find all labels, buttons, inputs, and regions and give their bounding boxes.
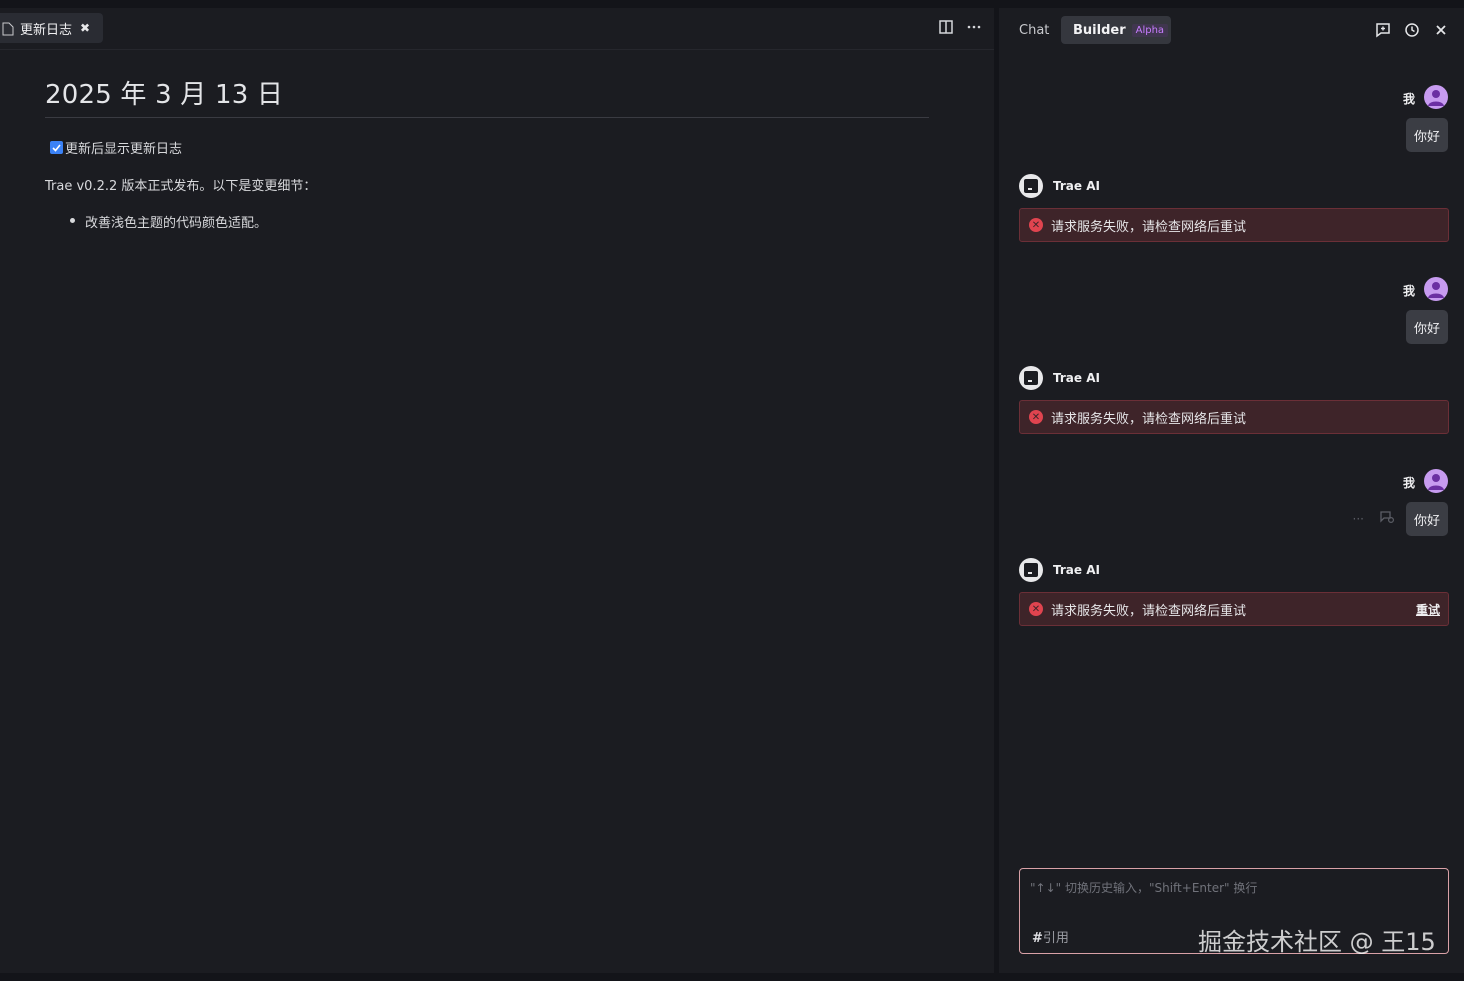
trae-logo-icon	[1019, 366, 1043, 390]
tab-chat[interactable]: Chat	[1019, 23, 1049, 38]
editor-actions	[938, 19, 982, 35]
error-icon: ✕	[1029, 602, 1043, 616]
ai-message: Trae AI ✕ 请求服务失败，请检查网络后重试	[1019, 366, 1449, 436]
file-icon	[2, 21, 14, 36]
user-message: 我 ··· 你好	[1248, 469, 1448, 549]
error-message: ✕ 请求服务失败，请检查网络后重试	[1019, 400, 1449, 434]
show-changelog-checkbox[interactable]	[50, 141, 63, 154]
message-tools: ···	[1353, 511, 1395, 526]
close-icon[interactable]: ✖	[80, 21, 90, 35]
chat-header: Chat Builder Alpha	[999, 8, 1464, 52]
history-icon[interactable]	[1403, 21, 1421, 39]
watermark: 掘金技术社区 @ 王15	[1198, 928, 1436, 956]
user-message: 我 你好	[1248, 85, 1448, 165]
input-placeholder: "↑↓" 切换历史输入，"Shift+Enter" 换行	[1030, 881, 1258, 895]
avatar	[1424, 277, 1448, 301]
editor-panel: 更新日志 ✖ 2025 年 3 月 13 日 更新后显示更新日志 Trae v0…	[0, 8, 994, 973]
split-editor-icon[interactable]	[938, 19, 954, 35]
ai-name: Trae AI	[1053, 371, 1100, 385]
user-bubble: 你好	[1406, 118, 1448, 152]
user-message: 我 你好	[1248, 277, 1448, 357]
error-text: 请求服务失败，请检查网络后重试	[1051, 603, 1247, 619]
show-changelog-option[interactable]: 更新后显示更新日志	[45, 138, 929, 157]
new-chat-icon[interactable]	[1374, 21, 1392, 39]
error-icon: ✕	[1029, 218, 1043, 232]
resend-icon[interactable]	[1380, 511, 1395, 526]
error-text: 请求服务失败，请检查网络后重试	[1051, 411, 1247, 427]
user-bubble: 你好	[1406, 502, 1448, 536]
avatar	[1424, 85, 1448, 109]
change-list: 改善浅色主题的代码颜色适配。	[45, 212, 929, 231]
chat-panel: Chat Builder Alpha 我 你好 Trae AI ✕ 请求服务失败…	[999, 8, 1464, 973]
more-icon[interactable]: ···	[1353, 512, 1364, 526]
error-icon: ✕	[1029, 410, 1043, 424]
hash-icon: #	[1032, 931, 1043, 946]
trae-logo-icon	[1019, 558, 1043, 582]
error-message: ✕ 请求服务失败，请检查网络后重试	[1019, 208, 1449, 242]
avatar	[1424, 469, 1448, 493]
error-text: 请求服务失败，请检查网络后重试	[1051, 219, 1247, 235]
tab-builder-label: Builder	[1073, 22, 1126, 38]
user-name: 我	[1402, 476, 1415, 490]
doc-content: 2025 年 3 月 13 日 更新后显示更新日志 Trae v0.2.2 版本…	[45, 74, 929, 231]
close-icon[interactable]	[1432, 21, 1450, 39]
retry-button[interactable]: 重试	[1416, 601, 1440, 618]
user-name: 我	[1402, 92, 1415, 106]
page-title: 2025 年 3 月 13 日	[45, 74, 929, 118]
alpha-badge: Alpha	[1131, 23, 1169, 37]
ai-message: Trae AI ✕ 请求服务失败，请检查网络后重试 重试	[1019, 558, 1449, 628]
ai-name: Trae AI	[1053, 563, 1100, 577]
tab-builder[interactable]: Builder Alpha	[1061, 16, 1171, 44]
editor-tabbar: 更新日志 ✖	[0, 8, 994, 50]
tab-changelog[interactable]: 更新日志 ✖	[0, 13, 103, 43]
cite-button[interactable]: #引用	[1032, 927, 1069, 946]
user-name: 我	[1402, 284, 1415, 298]
checkbox-label: 更新后显示更新日志	[65, 142, 183, 157]
more-actions-icon[interactable]	[966, 19, 982, 35]
trae-logo-icon	[1019, 174, 1043, 198]
ai-name: Trae AI	[1053, 179, 1100, 193]
list-item: 改善浅色主题的代码颜色适配。	[45, 212, 929, 231]
ai-message: Trae AI ✕ 请求服务失败，请检查网络后重试	[1019, 174, 1449, 244]
error-message: ✕ 请求服务失败，请检查网络后重试 重试	[1019, 592, 1449, 626]
cite-label: 引用	[1042, 931, 1069, 946]
tab-label: 更新日志	[20, 22, 73, 38]
user-bubble: 你好	[1406, 310, 1448, 344]
chat-header-icons	[1374, 21, 1450, 39]
intro-text: Trae v0.2.2 版本正式发布。以下是变更细节：	[45, 179, 317, 194]
